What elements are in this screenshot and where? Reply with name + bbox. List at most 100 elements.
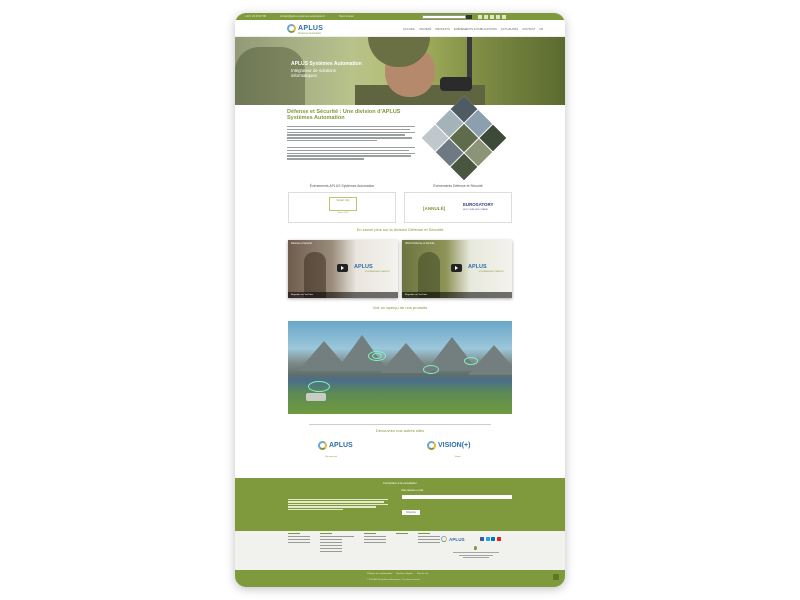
intro-section: Défense et Sécurité : Une division d'APL…: [235, 95, 565, 181]
footer-logo-ring-icon: [441, 536, 447, 542]
watch-on-youtube-link[interactable]: Regarder sur YouTube: [291, 294, 313, 296]
other-sites-title: Découvrez nos autres sites: [375, 428, 425, 433]
nav-item-accueil[interactable]: ACCUEIL: [403, 27, 415, 31]
newsletter-title: Inscription à la newsletter: [383, 481, 417, 485]
vision-site-link[interactable]: VISION(+): [427, 441, 470, 450]
twitter-icon[interactable]: [484, 14, 488, 19]
search-input[interactable]: [422, 14, 466, 19]
events-headers: Événements APLUS Systèmes Automation Évé…: [235, 184, 565, 190]
video-2-logo-sub: SYSTÈMES AUTOMATION: [479, 271, 504, 273]
videos-section-title: En savoir plus sur la division Défense e…: [356, 227, 444, 232]
footer-logo[interactable]: APLUS: [441, 536, 465, 542]
newsletter-section: Inscription à la newsletter Votre adress…: [235, 478, 565, 531]
event-card-aplus[interactable]: Smart City Salon 2020: [288, 192, 396, 223]
logo-tagline: Systèmes Automation: [298, 31, 322, 35]
hero-banner: APLUS Systèmes Automation Intégrateur de…: [235, 37, 565, 105]
eurosatory-date: 08-12 JUIN 2020 / PARIS: [463, 209, 488, 211]
vision-ring-icon: [427, 441, 436, 450]
footer: APLUS: [235, 531, 565, 570]
footer-social-links: [480, 537, 501, 541]
nav-item-evenements[interactable]: ÉVÉNEMENTS & PUBLICATIONS: [454, 27, 497, 31]
language-switch[interactable]: FR: [539, 27, 543, 31]
footer-column[interactable]: [396, 533, 408, 554]
products-section-title: Voir un aperçu de nos produits: [372, 305, 428, 310]
privacy-link[interactable]: Politique de confidentialité: [367, 573, 392, 575]
social-links: [478, 14, 506, 19]
hero-subtitle: Intégrateur de solutions informatiques: [291, 68, 336, 79]
twitter-icon[interactable]: [485, 537, 490, 541]
aplus-ring-icon: [318, 441, 327, 450]
facebook-icon[interactable]: [480, 537, 484, 541]
nav-item-actualites[interactable]: ACTUALITÉS: [501, 27, 518, 31]
hero-title: APLUS Systèmes Automation: [291, 61, 362, 67]
site-logo[interactable]: APLUS Systèmes Automation: [287, 24, 323, 35]
location-link[interactable]: Nous trouver: [339, 15, 354, 18]
hero-radio: [440, 77, 472, 91]
nav-item-societe[interactable]: SOCIÉTÉ: [419, 27, 431, 31]
intro-heading: Défense et Sécurité : Une division d'APL…: [287, 109, 401, 122]
linkedin-icon[interactable]: [491, 537, 496, 541]
vision-site-name: VISION(+): [438, 442, 471, 449]
cancelled-label: [ANNULÉ]: [423, 206, 446, 211]
intro-paragraph: [287, 126, 415, 161]
vehicle-shape: [306, 393, 326, 401]
logo-ring-icon: [287, 24, 296, 33]
legal-links: Politique de confidentialité Mentions lé…: [367, 573, 428, 575]
eurosatory-logo: EUROSATORY: [463, 202, 494, 207]
play-icon[interactable]: [337, 264, 348, 272]
youtube-icon[interactable]: [490, 14, 494, 19]
video-2-title: APLUS Défense et Sécurité: [405, 242, 435, 245]
video-2-logo: APLUS: [468, 264, 487, 270]
back-to-top-button[interactable]: [553, 574, 559, 580]
event-card-defense[interactable]: [ANNULÉ] EUROSATORY 08-12 JUIN 2020 / PA…: [404, 192, 512, 223]
nav-menu: ACCUEIL SOCIÉTÉ PRODUITS ÉVÉNEMENTS & PU…: [403, 27, 543, 31]
nav-item-produits[interactable]: PRODUITS: [435, 27, 449, 31]
bottom-bar: Politique de confidentialité Mentions lé…: [235, 570, 565, 587]
footer-column[interactable]: [418, 533, 440, 554]
events-right-title: Événements Défense et Sécurité: [433, 184, 483, 188]
rss-icon[interactable]: [502, 14, 506, 19]
newsletter-email-input[interactable]: [402, 495, 512, 499]
map-pin-icon: [474, 546, 477, 550]
smart-city-badge: Smart City: [329, 197, 357, 211]
main-nav: APLUS Systèmes Automation ACCUEIL SOCIÉT…: [235, 20, 565, 37]
aplus-site-link[interactable]: APLUS: [318, 441, 353, 450]
footer-address: [453, 552, 499, 560]
video-1-logo-sub: SYSTÈMES AUTOMATION: [365, 271, 390, 273]
page-frame: +33 1 23 45 67 89 contact@aplus-systemes…: [235, 13, 565, 587]
defense-collage-image: [421, 95, 507, 181]
top-bar: +33 1 23 45 67 89 contact@aplus-systemes…: [235, 13, 565, 20]
copyright-text: © 2020 APLUS Systèmes Automation - Tous …: [367, 579, 421, 581]
video-1-title: Défense et Sécurité: [291, 242, 312, 245]
play-icon[interactable]: [451, 264, 462, 272]
sitemap-link[interactable]: Plan du site: [417, 573, 428, 575]
vision-site-sub: Vision+: [454, 456, 462, 458]
legal-notice-link[interactable]: Mentions légales: [396, 573, 412, 575]
event-left-sub: Salon 2020: [337, 212, 349, 214]
footer-column[interactable]: [320, 533, 354, 554]
nav-item-contact[interactable]: CONTACT: [522, 27, 535, 31]
footer-column[interactable]: [288, 533, 310, 554]
products-landscape-image[interactable]: [288, 321, 512, 414]
events-left-title: Événements APLUS Systèmes Automation: [309, 184, 375, 188]
search-icon[interactable]: [466, 14, 472, 19]
youtube-icon[interactable]: [496, 537, 501, 541]
aplus-site-name: APLUS: [329, 442, 353, 449]
phone-text[interactable]: +33 1 23 45 67 89: [245, 15, 266, 18]
video-1-logo: APLUS: [354, 264, 373, 270]
watch-on-youtube-link[interactable]: Regarder sur YouTube: [405, 294, 427, 296]
aplus-site-sub: Site principal: [325, 456, 337, 458]
video-player-2[interactable]: APLUS Défense et Sécurité APLUS SYSTÈMES…: [402, 240, 512, 298]
email-label: Votre adresse e-mail: [401, 489, 423, 492]
linkedin-icon[interactable]: [496, 14, 500, 19]
video-player-1[interactable]: Défense et Sécurité APLUS SYSTÈMES AUTOM…: [288, 240, 398, 298]
facebook-icon[interactable]: [478, 14, 482, 19]
newsletter-text: [288, 499, 388, 511]
newsletter-submit-button[interactable]: S'inscrire: [402, 510, 420, 515]
footer-column[interactable]: [364, 533, 386, 554]
footer-columns: [288, 533, 440, 554]
video-2-controls[interactable]: Regarder sur YouTube: [402, 292, 512, 298]
video-1-controls[interactable]: Regarder sur YouTube: [288, 292, 398, 298]
email-text[interactable]: contact@aplus-systemes-automation.fr: [280, 15, 325, 18]
footer-brand-name: APLUS: [449, 536, 465, 542]
